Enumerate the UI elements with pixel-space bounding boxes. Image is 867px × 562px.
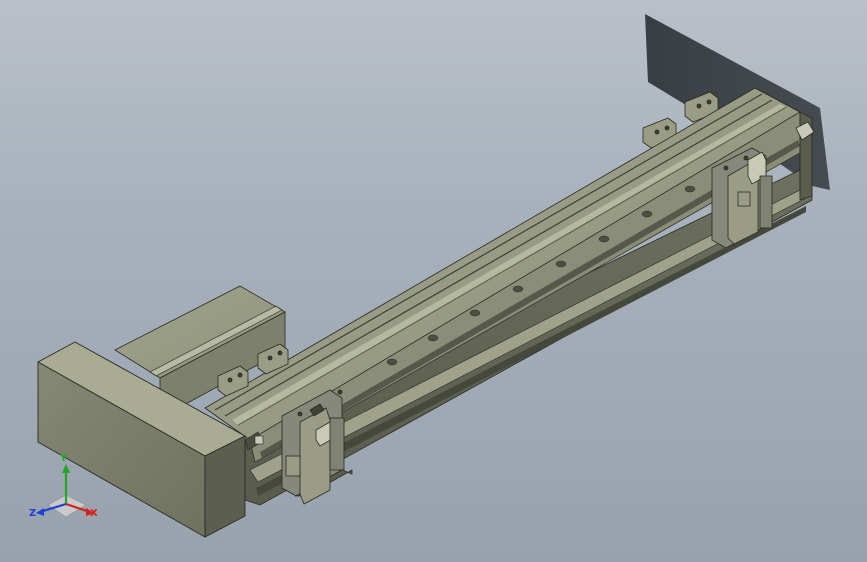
linear-actuator-model[interactable]: Y X Z: [0, 0, 867, 562]
cad-viewport[interactable]: Y X Z: [0, 0, 867, 562]
triad-y-label: Y: [59, 453, 68, 464]
triad-z-arrow-icon: [36, 508, 44, 516]
triad-z-label: Z: [29, 508, 36, 519]
triad-x-label: X: [90, 508, 98, 519]
triad-y-arrow-icon: [62, 464, 70, 473]
